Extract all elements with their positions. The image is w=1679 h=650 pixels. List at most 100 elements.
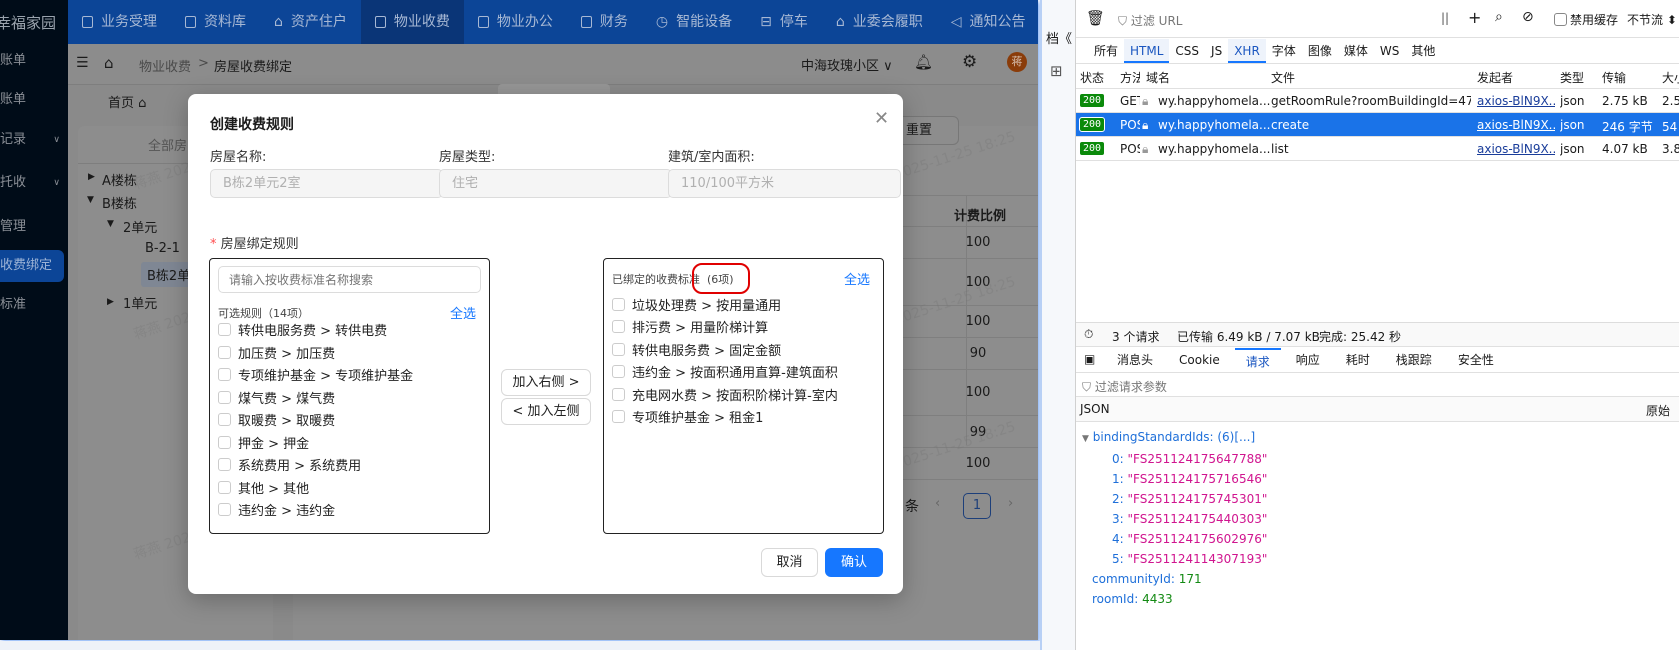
bell-icon[interactable]: 🔔︎ xyxy=(914,53,933,71)
tab-request[interactable]: 请求 xyxy=(1234,348,1281,372)
checkbox[interactable] xyxy=(218,458,231,471)
checkbox[interactable] xyxy=(218,503,231,516)
nav-item-smart-device[interactable]: ◷ 智能设备 xyxy=(642,0,746,44)
plus-icon[interactable]: + xyxy=(1468,8,1481,27)
caret-right-icon[interactable]: ▶ xyxy=(88,172,95,182)
checkbox[interactable] xyxy=(1554,13,1567,26)
rule-item[interactable]: 转供电服务费 > 转供电费 xyxy=(218,320,387,339)
throttle-select[interactable]: 不节流 ⬍ xyxy=(1627,11,1677,28)
rule-item[interactable]: 煤气费 > 煤气费 xyxy=(218,388,335,407)
caret-right-icon[interactable]: ▶ xyxy=(107,297,114,307)
panel-toggle-icon[interactable]: ▣ xyxy=(1084,352,1095,366)
pause-icon[interactable]: || xyxy=(1441,11,1449,25)
rule-item[interactable]: 系统费用 > 系统费用 xyxy=(218,455,361,474)
col-initiator[interactable]: 发起者 xyxy=(1477,69,1513,86)
type-tab-media[interactable]: 媒体 xyxy=(1338,39,1374,63)
nav-item-library[interactable]: 资料库 xyxy=(171,0,260,44)
checkbox[interactable] xyxy=(218,323,231,336)
select-all-right-link[interactable]: 全选 xyxy=(844,269,870,288)
cancel-button[interactable]: 取消 xyxy=(761,548,818,577)
type-tab-all[interactable]: 所有 xyxy=(1088,39,1124,63)
trash-icon[interactable]: 🗑︎ xyxy=(1086,9,1105,27)
rule-item[interactable]: 违约金 > 违约金 xyxy=(218,500,335,519)
bound-item[interactable]: 违约金 > 按面积通用直算-建筑面积 xyxy=(612,362,838,381)
nav-item-parking[interactable]: ⊟ 停车 xyxy=(746,0,822,44)
type-tab-font[interactable]: 字体 xyxy=(1266,39,1302,63)
type-tab-ws[interactable]: WS xyxy=(1374,39,1405,63)
tab-response[interactable]: 响应 xyxy=(1285,348,1331,372)
home-icon[interactable]: ⌂ xyxy=(104,54,114,72)
nav-item-business[interactable]: 业务受理 xyxy=(68,0,171,44)
checkbox[interactable] xyxy=(218,436,231,449)
col-type[interactable]: 类型 xyxy=(1560,69,1584,86)
tab-cookie[interactable]: Cookie xyxy=(1168,348,1231,372)
col-file[interactable]: 文件 xyxy=(1271,69,1295,86)
breadcrumb-parent[interactable]: 物业收费 xyxy=(139,56,191,75)
sidebar-item-fee-binding[interactable]: 收费绑定 xyxy=(0,250,64,282)
col-size[interactable]: 大小 xyxy=(1662,69,1679,86)
select-all-left-link[interactable]: 全选 xyxy=(450,303,476,322)
tree-node[interactable]: B-2-1 xyxy=(145,241,180,256)
gear-icon[interactable]: ⚙ xyxy=(962,52,977,72)
col-status[interactable]: 状态 xyxy=(1080,69,1104,86)
checkbox[interactable] xyxy=(218,413,231,426)
sidebar-item-bill-2[interactable]: 账单 xyxy=(0,84,64,116)
sidebar-item-standard[interactable]: 标准 xyxy=(0,289,64,321)
bound-item[interactable]: 专项维护基金 > 租金1 xyxy=(612,407,763,426)
collapse-toggle[interactable]: 档《 xyxy=(1046,28,1072,47)
request-row[interactable]: 200 POST🔒︎ wy.happyhomela...create axios-B… xyxy=(1076,113,1679,137)
add-right-button[interactable]: 加入右侧 > xyxy=(501,369,591,396)
checkbox[interactable] xyxy=(612,320,625,333)
nav-item-assets[interactable]: ⌂ 资产住户 xyxy=(260,0,361,44)
rule-item[interactable]: 加压费 > 加压费 xyxy=(218,343,335,362)
avatar[interactable]: 蒋 xyxy=(1007,52,1027,72)
close-icon[interactable]: ✕ xyxy=(874,108,889,129)
caret-down-icon[interactable]: ▼ xyxy=(107,219,114,229)
tree-node[interactable]: B楼栋 xyxy=(102,193,137,212)
tab-headers[interactable]: 消息头 xyxy=(1106,348,1164,372)
param-filter-input[interactable]: ⛉ 过滤请求参数 xyxy=(1076,373,1679,397)
bound-item[interactable]: 垃圾处理费 > 按用量通用 xyxy=(612,295,781,314)
page-1-button[interactable]: 1 xyxy=(963,493,991,519)
caret-down-icon[interactable]: ▼ xyxy=(87,195,94,205)
sidebar-item-manage[interactable]: 管理 xyxy=(0,211,64,243)
type-tab-html[interactable]: HTML xyxy=(1124,39,1170,63)
col-domain[interactable]: 域名 xyxy=(1146,69,1170,86)
tab-home[interactable]: 首页 ⌂ xyxy=(108,92,146,111)
cell-initiator[interactable]: axios-BlN9X... xyxy=(1477,142,1555,156)
nav-item-office[interactable]: 物业办公 xyxy=(464,0,567,44)
checkbox[interactable] xyxy=(218,346,231,359)
rule-item[interactable]: 押金 > 押金 xyxy=(218,433,309,452)
nav-item-finance[interactable]: 财务 xyxy=(567,0,642,44)
json-array-node[interactable]: ▼ bindingStandardIds: (6)[...] xyxy=(1082,427,1267,449)
param-filter[interactable]: ⛉ 过滤请求参数 xyxy=(1082,378,1167,395)
tree-node[interactable]: 2单元 xyxy=(123,217,157,236)
tab-timings[interactable]: 耗时 xyxy=(1335,348,1381,372)
col-method[interactable]: 方法 xyxy=(1120,69,1140,86)
block-icon[interactable]: ⊘ xyxy=(1522,9,1534,25)
cell-initiator[interactable]: axios-BlN9X... xyxy=(1477,118,1555,132)
bound-item[interactable]: 排污费 > 用量阶梯计算 xyxy=(612,317,768,336)
search-icon[interactable]: ⌕ xyxy=(1495,9,1503,25)
type-tab-image[interactable]: 图像 xyxy=(1302,39,1338,63)
grid-icon[interactable]: ⊞ xyxy=(1050,62,1063,80)
confirm-button[interactable]: 确认 xyxy=(825,548,883,577)
prev-page-icon[interactable]: ‹ xyxy=(935,496,940,511)
rule-item[interactable]: 专项维护基金 > 专项维护基金 xyxy=(218,365,413,384)
checkbox[interactable] xyxy=(612,365,625,378)
request-row[interactable]: 200 GET🔒︎ wy.happyhomela...getRoomRule?ro… xyxy=(1076,89,1679,113)
cell-initiator[interactable]: axios-BlN9X... xyxy=(1477,94,1555,108)
nav-item-committee[interactable]: ⌂ 业委会履职 xyxy=(822,0,937,44)
nav-item-notice[interactable]: ◁ 通知公告 xyxy=(937,0,1038,44)
sidebar-item-collection[interactable]: 托收 ∨ xyxy=(0,167,64,199)
bound-item[interactable]: 转供电服务费 > 固定金额 xyxy=(612,340,781,359)
checkbox[interactable] xyxy=(612,388,625,401)
rule-item[interactable]: 取暖费 > 取暖费 xyxy=(218,410,335,429)
type-tab-js[interactable]: JS xyxy=(1205,39,1228,63)
checkbox[interactable] xyxy=(218,391,231,404)
community-select[interactable]: 中海玫瑰小区 ∨ xyxy=(801,55,893,74)
type-tab-xhr[interactable]: XHR xyxy=(1228,39,1266,63)
checkbox[interactable] xyxy=(612,410,625,423)
disable-cache-checkbox[interactable]: 禁用缓存 xyxy=(1554,11,1618,28)
checkbox[interactable] xyxy=(218,368,231,381)
